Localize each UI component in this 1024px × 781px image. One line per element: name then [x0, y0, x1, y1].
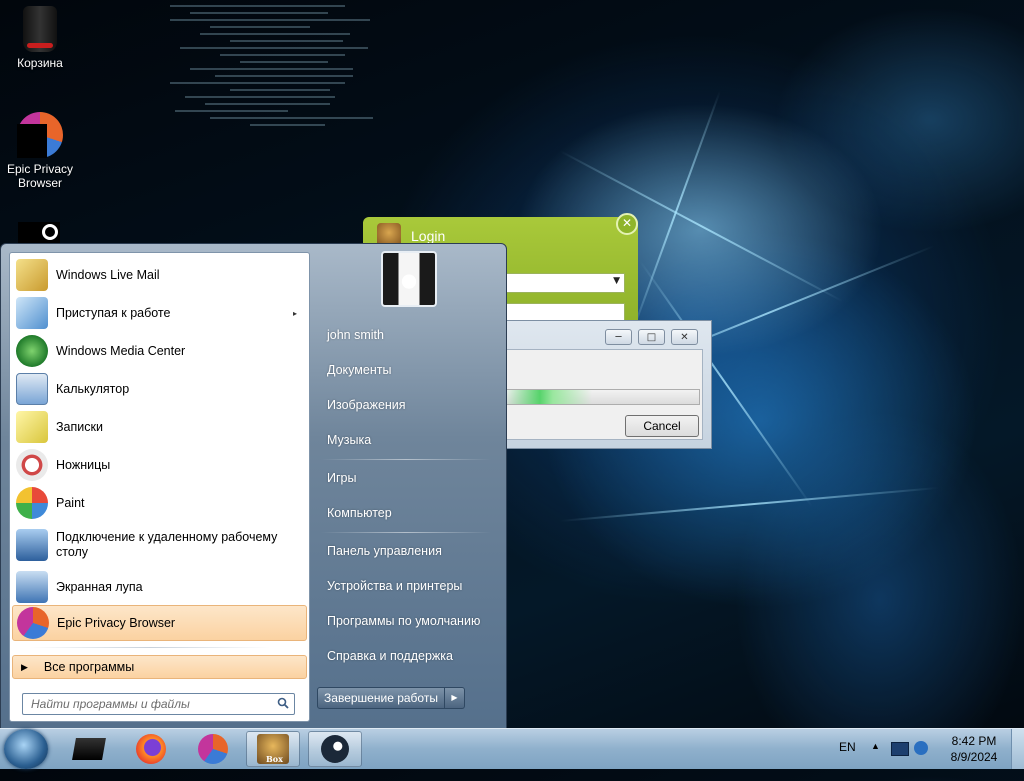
cancel-button[interactable]: Cancel [625, 415, 699, 437]
wallpaper-code-overlay [170, 0, 420, 245]
login-title: Login [411, 228, 446, 244]
clock-date: 8/9/2024 [950, 750, 998, 764]
start-item-calculator[interactable]: Калькулятор [12, 371, 307, 407]
submenu-arrow-icon: ▸ [292, 308, 297, 318]
firefox-icon [136, 734, 166, 764]
start-item-sticky-notes[interactable]: Записки [12, 409, 307, 445]
search-input[interactable]: Найти программы и файлы [22, 693, 295, 715]
language-indicator[interactable]: EN [839, 740, 856, 780]
taskbar-app-firefox[interactable] [124, 731, 178, 767]
tray-overflow-arrow-icon[interactable]: ▲ [871, 741, 880, 781]
close-icon[interactable]: ✕ [616, 213, 638, 235]
desktop-icon-label: Корзина [17, 56, 63, 70]
close-button[interactable]: ✕ [671, 329, 698, 345]
start-button[interactable] [4, 729, 48, 769]
network-icon[interactable] [891, 742, 909, 756]
system-clock[interactable]: 8:42 PM 8/9/2024 [944, 733, 1004, 765]
progress-bar-fill [505, 390, 593, 404]
clock-time: 8:42 PM [951, 734, 997, 748]
epic-browser-icon [198, 734, 228, 764]
start-item-label: Экранная лупа [56, 580, 143, 594]
start-item-epic-browser[interactable]: Epic Privacy Browser [12, 605, 307, 641]
start-item-snipping-tool[interactable]: Ножницы [12, 447, 307, 483]
place-default-programs[interactable]: Программы по умолчанию [327, 614, 480, 628]
calculator-icon [16, 373, 48, 405]
start-item-label: Paint [56, 496, 85, 510]
separator [321, 459, 491, 460]
shutdown-group: Завершение работы ▶ [317, 687, 467, 709]
desktop-icon-recycle-bin[interactable]: Корзина [0, 6, 80, 70]
taskbar-app-box-game[interactable]: Box [246, 731, 300, 767]
start-item-getting-started[interactable]: Приступая к работе ▸ [12, 295, 307, 331]
place-help-support[interactable]: Справка и поддержка [327, 649, 453, 663]
start-item-remote-desktop[interactable]: Подключение к удаленному рабочему столу [12, 523, 307, 567]
wallpaper-streak [630, 90, 721, 336]
start-menu-programs-pane: Windows Live Mail Приступая к работе ▸ W… [9, 252, 310, 722]
start-item-label: Калькулятор [56, 382, 130, 396]
start-item-label: Приступая к работе [56, 306, 171, 320]
all-programs-button[interactable]: ▶ Все программы [12, 655, 307, 679]
progress-bar [505, 389, 700, 405]
start-item-label: Ножницы [56, 458, 111, 472]
start-item-magnifier[interactable]: Экранная лупа [12, 569, 307, 605]
media-center-icon [16, 335, 48, 367]
play-arrow-icon: ▶ [21, 661, 28, 672]
getting-started-icon [16, 297, 48, 329]
search-placeholder: Найти программы и файлы [31, 697, 190, 711]
snipping-tool-icon [16, 449, 48, 481]
maximize-button[interactable]: □ [638, 329, 665, 345]
sticky-notes-icon [16, 411, 48, 443]
show-desktop-button[interactable] [1011, 729, 1024, 769]
taskbar-app-epic-browser[interactable] [186, 731, 240, 767]
recycle-bin-icon [23, 6, 57, 52]
magnifier-icon [16, 571, 48, 603]
minimize-button[interactable]: ─ [605, 329, 632, 345]
place-music[interactable]: Музыка [327, 433, 371, 447]
progress-dialog[interactable]: ─ □ ✕ Cancel [505, 320, 712, 449]
steam-icon[interactable] [18, 222, 60, 244]
place-games[interactable]: Игры [327, 471, 356, 485]
place-user[interactable]: john smith [327, 328, 384, 342]
action-center-icon[interactable] [914, 741, 928, 755]
place-computer[interactable]: Компьютер [327, 506, 392, 520]
epic-browser-icon [17, 112, 63, 158]
separator [321, 532, 491, 533]
start-item-label: Подключение к удаленному рабочему столу [56, 530, 278, 559]
login-dropdown[interactable] [503, 273, 625, 293]
desktop-icon-label: Epic Privacy Browser [6, 162, 74, 190]
shutdown-options-arrow-icon[interactable]: ▶ [445, 687, 465, 709]
all-programs-label: Все программы [43, 660, 135, 674]
taskbar: Box EN ▲ 8:42 PM 8/9/2024 [0, 728, 1024, 769]
epic-browser-icon [17, 607, 49, 639]
start-item-windows-live-mail[interactable]: Windows Live Mail [12, 257, 307, 293]
start-item-label: Windows Media Center [56, 344, 186, 358]
taskbar-app-steam[interactable] [308, 731, 362, 767]
search-icon[interactable] [277, 697, 289, 709]
paint-icon [16, 487, 48, 519]
start-item-label: Windows Live Mail [56, 268, 160, 282]
box-game-icon: Box [257, 734, 289, 764]
desktop-icon-epic-browser[interactable]: Epic Privacy Browser [0, 112, 80, 190]
place-documents[interactable]: Документы [327, 363, 391, 377]
taskbar-app-black-box[interactable] [62, 731, 116, 767]
remote-desktop-icon [16, 529, 48, 561]
black-box-app-icon [72, 738, 106, 760]
box-game-label: Box [266, 754, 283, 764]
start-item-label: Epic Privacy Browser [57, 616, 176, 630]
steam-icon [321, 735, 349, 763]
mail-icon [16, 259, 48, 291]
place-devices-printers[interactable]: Устройства и принтеры [327, 579, 462, 593]
start-item-label: Записки [56, 420, 103, 434]
user-avatar[interactable] [381, 251, 437, 307]
wallpaper-streak [559, 486, 939, 522]
shutdown-button[interactable]: Завершение работы [317, 687, 445, 709]
place-pictures[interactable]: Изображения [327, 398, 406, 412]
start-item-media-center[interactable]: Windows Media Center [12, 333, 307, 369]
place-control-panel[interactable]: Панель управления [327, 544, 442, 558]
separator [30, 647, 270, 648]
start-menu: Windows Live Mail Приступая к работе ▸ W… [0, 243, 507, 729]
start-item-paint[interactable]: Paint [12, 485, 307, 521]
